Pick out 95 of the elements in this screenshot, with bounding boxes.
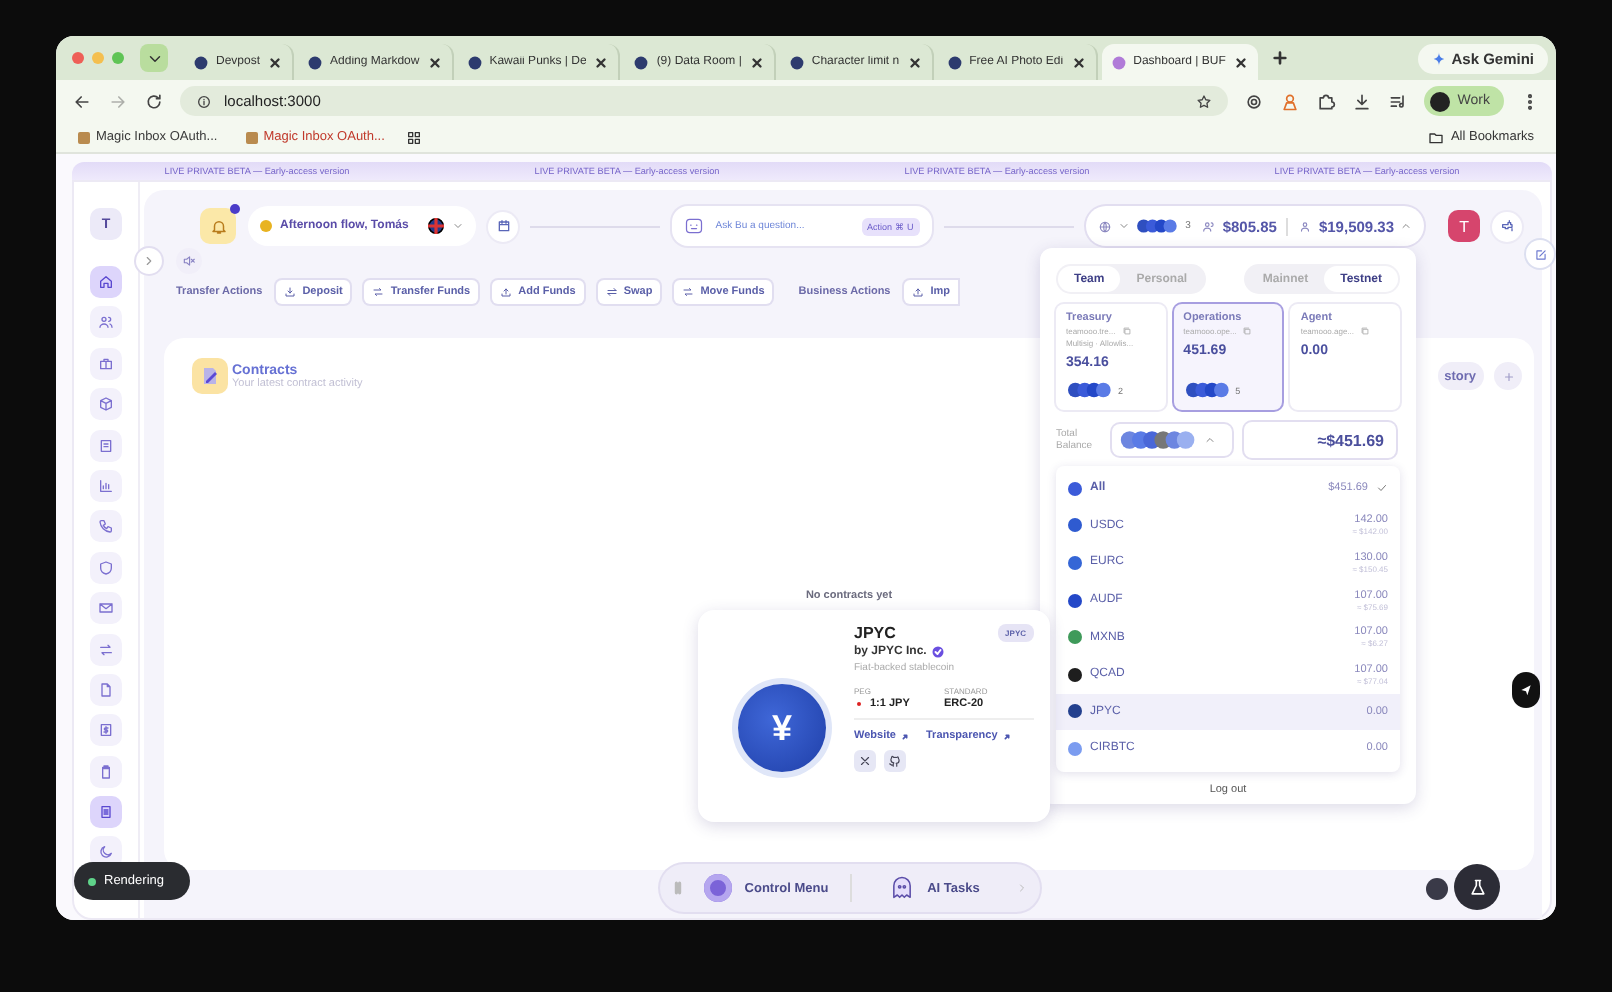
favicon-icon: [634, 55, 649, 69]
folder-icon: [1428, 129, 1445, 145]
faucet-button[interactable]: [1492, 211, 1523, 241]
shield-icon: [98, 559, 114, 576]
github-button[interactable]: [884, 750, 906, 772]
phone-icon: [98, 518, 114, 535]
favicon-icon: [467, 55, 482, 69]
calendar-icon: [495, 218, 511, 234]
chat-bot-icon: [683, 216, 704, 236]
contract-icon: [192, 358, 228, 394]
bookmark-favicon-icon: [245, 131, 258, 143]
coin-logo: ¥: [738, 684, 826, 772]
mute-button[interactable]: [176, 247, 202, 273]
coin-stack-icon: [1183, 382, 1232, 398]
x-logo-icon: [858, 754, 872, 768]
favicon-icon: [194, 55, 208, 69]
users-icon: [1202, 219, 1217, 233]
extension-icon[interactable]: [1243, 91, 1264, 111]
users-icon: [98, 314, 114, 331]
control-icon: [704, 874, 733, 902]
back-icon[interactable]: [72, 91, 92, 111]
sparkle-icon: [1431, 51, 1446, 65]
favicon-icon: [1111, 55, 1126, 69]
close-icon[interactable]: [1233, 55, 1248, 69]
external-link-icon: [900, 731, 910, 741]
notifications-button[interactable]: [200, 208, 236, 244]
chevron-up-icon: [1204, 434, 1216, 446]
chevron-up-icon: [1400, 220, 1413, 232]
home-icon: [98, 274, 114, 290]
total-balance: ≈$451.69: [1244, 422, 1396, 458]
dollar-icon: [98, 722, 114, 739]
send-icon: [1518, 682, 1534, 698]
mail-icon: [98, 600, 114, 617]
file-icon: [98, 681, 114, 698]
coin-stack-icon: [1120, 430, 1200, 450]
upload-icon: [912, 286, 925, 298]
info-icon: [196, 93, 212, 109]
arrows-icon: [98, 641, 114, 658]
favicon-icon: [947, 55, 962, 69]
close-icon[interactable]: [1071, 55, 1086, 69]
bookmark-star-icon[interactable]: [1195, 93, 1212, 109]
clipboard-icon: [98, 763, 114, 780]
moon-icon: [98, 844, 114, 861]
token-filter[interactable]: [1112, 424, 1232, 456]
badge-icon: [98, 437, 114, 454]
globe-icon: [1097, 219, 1112, 233]
bookmark-favicon-icon: [78, 131, 90, 143]
sun-icon: [260, 220, 272, 232]
list-icon: [98, 804, 114, 821]
new-tab-icon[interactable]: [1271, 50, 1288, 66]
status-dot: [88, 877, 96, 885]
favicon-icon: [308, 55, 323, 69]
cube-icon: [98, 396, 114, 413]
upload-icon: [500, 286, 513, 298]
briefcase-icon: [98, 355, 114, 372]
faucet-icon: [1499, 218, 1516, 234]
chevron-down-icon: [1117, 220, 1130, 232]
transfer-icon: [372, 286, 385, 298]
download-icon: [284, 286, 297, 298]
transfer-icon: [682, 286, 695, 298]
bell-icon: [209, 217, 227, 235]
sidebar-button[interactable]: [90, 266, 122, 298]
coin-stack-icon: [1135, 218, 1180, 234]
coin-stack-icon: [1066, 382, 1114, 398]
ghost-icon: [887, 874, 916, 902]
chart-icon: [98, 477, 114, 494]
download-icon[interactable]: [1351, 91, 1372, 111]
token-title: JPYC: [854, 624, 896, 642]
github-logo-icon: [888, 754, 902, 768]
x-social-button[interactable]: [854, 750, 876, 772]
close-window-icon[interactable]: [72, 52, 84, 64]
speaker-muted-icon: [182, 253, 196, 267]
flag-icon[interactable]: [428, 218, 444, 234]
flask-icon: [1467, 877, 1487, 897]
swap-icon: [605, 286, 618, 298]
user-icon: [1298, 219, 1313, 233]
avatar-icon: [1429, 91, 1450, 111]
media-icon[interactable]: [1387, 91, 1408, 111]
drag-handle-icon[interactable]: [672, 880, 684, 896]
user-avatar[interactable]: T: [1448, 210, 1481, 242]
edit-button[interactable]: [1526, 240, 1554, 268]
favicon-icon: [789, 55, 804, 69]
close-icon[interactable]: [268, 55, 283, 69]
close-icon[interactable]: [749, 55, 764, 69]
plus-icon: [1501, 369, 1515, 383]
close-icon[interactable]: [907, 55, 922, 69]
reload-icon[interactable]: [144, 91, 164, 111]
edit-icon: [1533, 247, 1547, 261]
external-link-icon: [1001, 731, 1012, 741]
chevron-right-icon: [142, 253, 156, 267]
close-icon[interactable]: [427, 55, 442, 69]
puzzle-icon[interactable]: [1315, 91, 1336, 111]
apps-grid-icon[interactable]: [406, 129, 423, 145]
tab-search-button[interactable]: [140, 44, 168, 72]
close-icon[interactable]: [594, 55, 609, 69]
